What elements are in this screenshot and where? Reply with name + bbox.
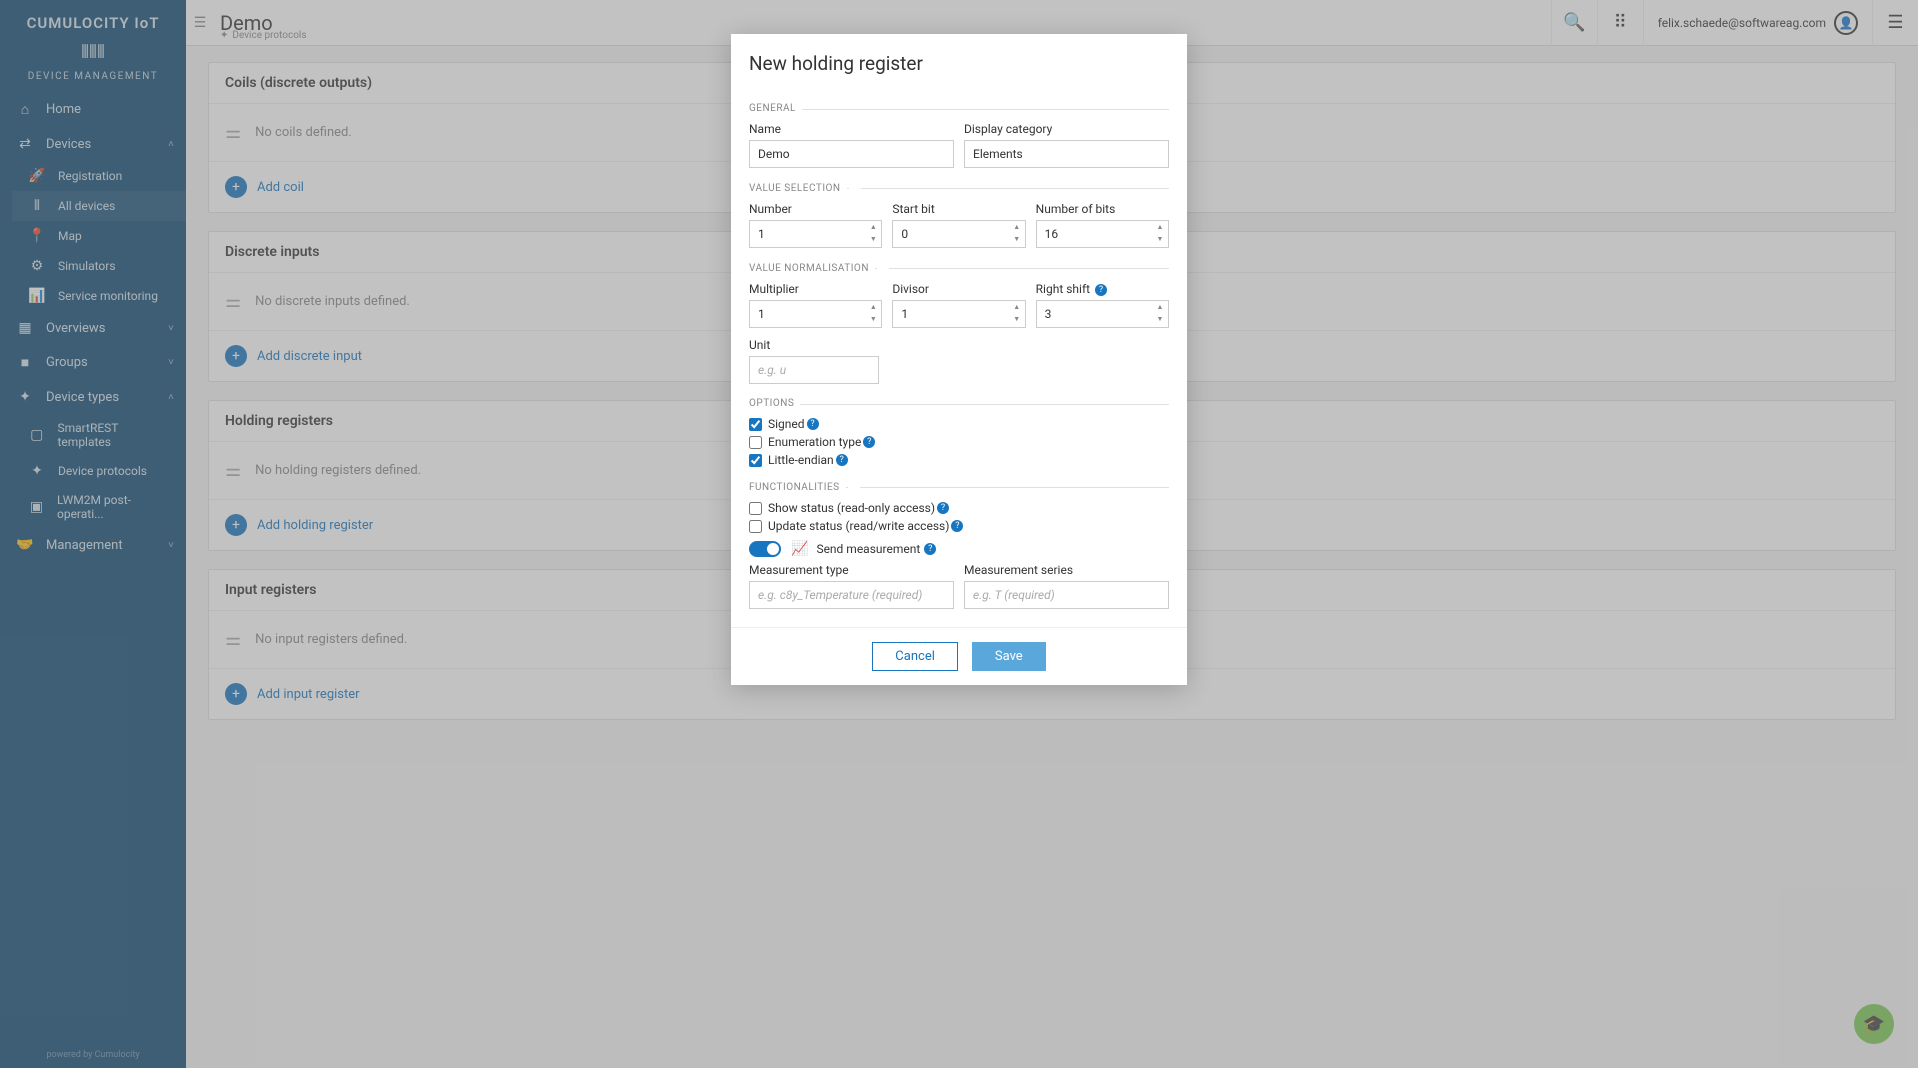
numbits-label: Number of bits <box>1036 202 1169 216</box>
mtype-label: Measurement type <box>749 563 954 577</box>
littleendian-checkbox-row[interactable]: Little-endian? <box>749 453 1169 467</box>
updatestatus-checkbox[interactable] <box>749 520 762 533</box>
signed-checkbox-row[interactable]: Signed? <box>749 417 1169 431</box>
help-icon[interactable]: ? <box>849 182 861 194</box>
updatestatus-checkbox-row[interactable]: Update status (read/write access)? <box>749 519 1169 533</box>
showstatus-checkbox[interactable] <box>749 502 762 515</box>
section-value-normalisation: VALUE NORMALISATION? <box>749 262 1169 274</box>
multiplier-input[interactable] <box>749 300 882 328</box>
rightshift-stepper[interactable]: ▲▼ <box>1153 302 1167 326</box>
modal-new-holding-register: New holding register GENERAL Name Displa… <box>731 34 1187 685</box>
cancel-button[interactable]: Cancel <box>872 642 958 671</box>
unit-input[interactable] <box>749 356 879 384</box>
enum-checkbox-row[interactable]: Enumeration type? <box>749 435 1169 449</box>
mseries-label: Measurement series <box>964 563 1169 577</box>
modal-footer: Cancel Save <box>731 627 1187 685</box>
category-label: Display category <box>964 122 1169 136</box>
enum-label: Enumeration type <box>768 435 861 449</box>
section-value-selection: VALUE SELECTION? <box>749 182 1169 194</box>
number-label: Number <box>749 202 882 216</box>
updatestatus-label: Update status (read/write access) <box>768 519 949 533</box>
number-stepper[interactable]: ▲▼ <box>866 222 880 246</box>
numbits-input[interactable] <box>1036 220 1169 248</box>
help-icon[interactable]: ? <box>836 454 848 466</box>
help-icon[interactable]: ? <box>863 436 875 448</box>
mtype-input[interactable] <box>749 581 954 609</box>
modal-title: New holding register <box>731 34 1187 89</box>
number-input[interactable] <box>749 220 882 248</box>
modal-body[interactable]: GENERAL Name Display category VALUE SELE… <box>731 89 1187 627</box>
section-functionalities: FUNCTIONALITIES? <box>749 481 1169 493</box>
sendmeasurement-label: Send measurement <box>816 542 920 556</box>
numbits-stepper[interactable]: ▲▼ <box>1153 222 1167 246</box>
help-icon[interactable]: ? <box>951 520 963 532</box>
multiplier-label: Multiplier <box>749 282 882 296</box>
divisor-input[interactable] <box>892 300 1025 328</box>
multiplier-stepper[interactable]: ▲▼ <box>866 302 880 326</box>
save-button[interactable]: Save <box>972 642 1046 671</box>
help-icon[interactable]: ? <box>924 543 936 555</box>
littleendian-checkbox[interactable] <box>749 454 762 467</box>
startbit-stepper[interactable]: ▲▼ <box>1010 222 1024 246</box>
littleendian-label: Little-endian <box>768 453 834 467</box>
showstatus-label: Show status (read-only access) <box>768 501 935 515</box>
section-general: GENERAL <box>749 103 1169 114</box>
help-icon[interactable]: ? <box>807 418 819 430</box>
startbit-label: Start bit <box>892 202 1025 216</box>
name-label: Name <box>749 122 954 136</box>
unit-label: Unit <box>749 338 879 352</box>
name-input[interactable] <box>749 140 954 168</box>
signed-label: Signed <box>768 417 805 431</box>
enum-checkbox[interactable] <box>749 436 762 449</box>
category-input[interactable] <box>964 140 1169 168</box>
divisor-label: Divisor <box>892 282 1025 296</box>
mseries-input[interactable] <box>964 581 1169 609</box>
help-icon[interactable]: ? <box>848 481 860 493</box>
rightshift-label: Right shift ? <box>1036 282 1169 296</box>
divisor-stepper[interactable]: ▲▼ <box>1010 302 1024 326</box>
help-icon[interactable]: ? <box>1095 284 1107 296</box>
showstatus-checkbox-row[interactable]: Show status (read-only access)? <box>749 501 1169 515</box>
section-options: OPTIONS <box>749 398 1169 409</box>
signed-checkbox[interactable] <box>749 418 762 431</box>
help-icon[interactable]: ? <box>937 502 949 514</box>
startbit-input[interactable] <box>892 220 1025 248</box>
help-icon[interactable]: ? <box>877 262 889 274</box>
sendmeasurement-toggle[interactable] <box>749 541 781 557</box>
sendmeasurement-toggle-row[interactable]: 📈 Send measurement ? <box>749 541 1169 557</box>
rightshift-input[interactable] <box>1036 300 1169 328</box>
chart-line-icon: 📈 <box>791 541 808 557</box>
